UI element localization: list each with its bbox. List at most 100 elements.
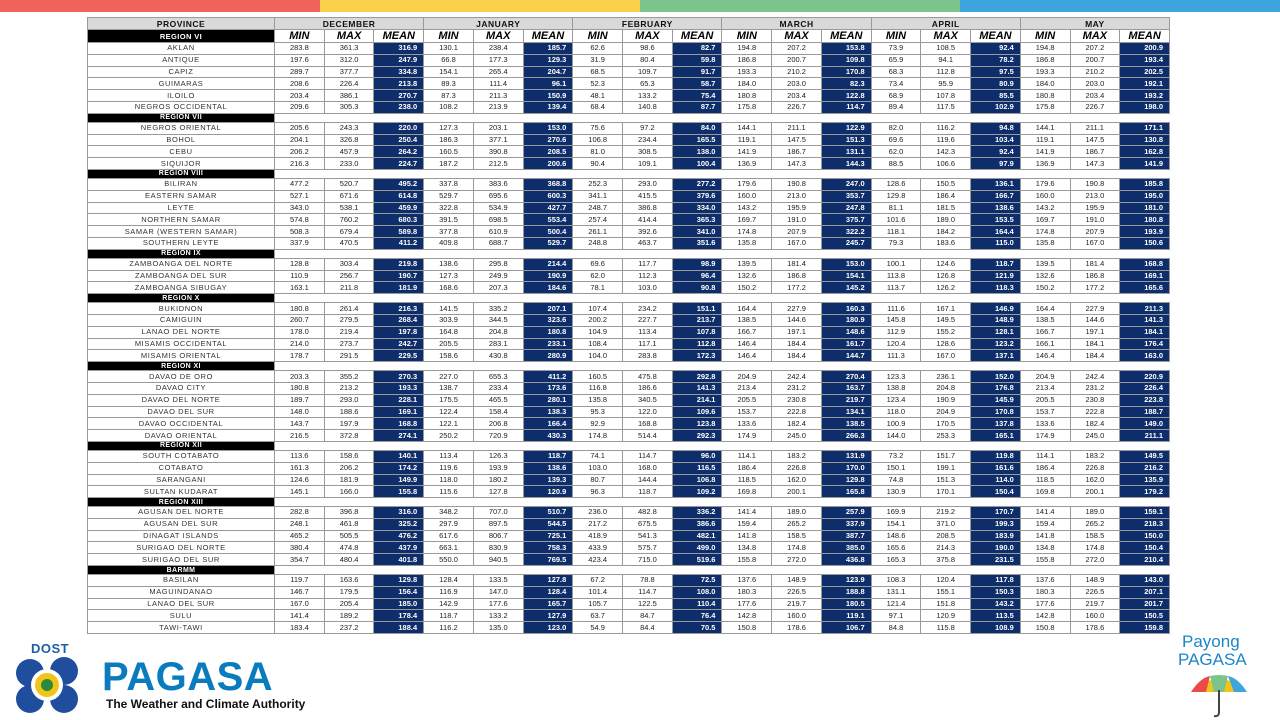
mean-value: 247.9 <box>373 53 425 67</box>
min-value: 177.6 <box>1019 597 1071 611</box>
table-row: SURIGAO DEL NORTE 380.4 474.8 437.9 663.1 830… <box>87 541 1170 555</box>
max-value: 181.4 <box>1069 257 1121 271</box>
min-value: 88.5 <box>870 157 922 170</box>
max-value: 200.1 <box>1069 485 1121 499</box>
mean-value: 82.7 <box>671 42 723 55</box>
max-value: 655.3 <box>472 370 524 383</box>
mean-value: 195.0 <box>1119 189 1170 203</box>
max-value: 150.5 <box>920 177 972 191</box>
province-name: SULTAN KUDARAT <box>87 485 275 499</box>
mean-value: 169.1 <box>1119 269 1170 283</box>
mean-value: 97.5 <box>970 65 1021 79</box>
mean-value: 213.8 <box>373 77 425 91</box>
max-value: 207.2 <box>1069 42 1121 55</box>
max-value: 200.1 <box>771 485 822 499</box>
min-value: 187.2 <box>423 157 474 170</box>
region-header-row: REGION VIII <box>87 168 1170 179</box>
max-value: 177.2 <box>771 281 822 295</box>
max-value: 203.0 <box>771 77 822 91</box>
stat-header: MEAN <box>1119 29 1170 43</box>
mean-value: 154.1 <box>820 269 872 283</box>
province-name: SOUTH COTABATO <box>87 449 275 463</box>
mean-value: 193.3 <box>373 381 425 395</box>
mean-value: 153.0 <box>522 121 574 135</box>
min-value: 122.1 <box>423 417 474 431</box>
max-value: 168.0 <box>622 461 673 475</box>
mean-value: 589.8 <box>373 225 425 238</box>
mean-value: 323.6 <box>522 313 574 327</box>
max-value: 203.1 <box>472 121 524 135</box>
mean-value: 266.3 <box>820 429 872 442</box>
mean-value: 247.0 <box>820 177 872 191</box>
max-value: 695.6 <box>472 189 524 203</box>
stat-header: MAX <box>472 29 524 43</box>
max-value: 272.0 <box>1069 553 1121 567</box>
mean-value: 106.8 <box>671 473 723 487</box>
mean-value: 163.7 <box>820 381 872 395</box>
max-value: 204.9 <box>920 405 972 419</box>
min-value: 175.8 <box>1019 100 1071 114</box>
color-strip-yellow <box>320 0 640 12</box>
max-value: 78.8 <box>622 574 673 587</box>
stat-header: MAX <box>1069 29 1121 43</box>
min-value: 134.8 <box>1019 541 1071 555</box>
province-name: DAVAO CITY <box>87 381 275 395</box>
mean-value: 109.6 <box>671 405 723 419</box>
min-value: 167.0 <box>274 597 325 611</box>
mean-value: 137.1 <box>970 349 1021 363</box>
table-row: CEBU 206.2 457.9 264.2 160.5 390.8 208.5 81.0 30… <box>87 145 1170 159</box>
mean-value: 123.0 <box>522 621 574 635</box>
min-value: 74.8 <box>870 473 922 487</box>
min-value: 146.4 <box>721 337 773 351</box>
min-value: 164.4 <box>721 302 773 315</box>
mean-value: 136.1 <box>970 177 1021 191</box>
min-value: 118.0 <box>870 405 922 419</box>
max-value: 174.8 <box>1069 541 1121 555</box>
pagasa-emblem-icon <box>16 657 78 713</box>
min-value: 143.2 <box>1019 201 1071 215</box>
province-name: SAMAR (WESTERN SAMAR) <box>87 225 275 238</box>
min-value: 148.6 <box>870 529 922 543</box>
max-value: 144.6 <box>771 313 822 327</box>
max-value: 227.9 <box>771 302 822 315</box>
mean-value: 110.4 <box>671 597 723 611</box>
province-name: MISAMIS OCCIDENTAL <box>87 337 275 351</box>
min-value: 213.4 <box>1019 381 1071 395</box>
max-value: 151.8 <box>920 597 972 611</box>
min-value: 146.4 <box>721 349 773 363</box>
mean-value: 173.6 <box>522 381 574 395</box>
max-value: 163.6 <box>323 574 375 587</box>
mean-value: 190.9 <box>522 269 574 283</box>
mean-value: 250.4 <box>373 133 425 147</box>
min-value: 108.2 <box>423 100 474 114</box>
mean-value: 220.9 <box>1119 370 1170 383</box>
mean-value: 119.8 <box>970 449 1021 463</box>
mean-value: 166.7 <box>970 189 1021 203</box>
mean-value: 190.0 <box>970 541 1021 555</box>
min-value: 79.3 <box>870 236 922 250</box>
max-value: 538.1 <box>323 201 375 215</box>
mean-value: 437.9 <box>373 541 425 555</box>
max-value: 189.0 <box>920 213 972 227</box>
max-value: 200.7 <box>771 53 822 67</box>
province-name: DAVAO DEL SUR <box>87 405 275 419</box>
mean-value: 495.2 <box>373 177 425 191</box>
max-value: 415.5 <box>622 189 673 203</box>
table-row: MISAMIS OCCIDENTAL 214.0 273.7 242.7 205.5 28… <box>87 337 1170 351</box>
province-name: LANAO DEL NORTE <box>87 325 275 339</box>
min-value: 186.4 <box>1019 461 1071 475</box>
max-value: 305.3 <box>323 100 375 114</box>
min-value: 130.1 <box>423 42 474 55</box>
min-value: 122.4 <box>423 405 474 419</box>
mean-value: 116.5 <box>671 461 723 475</box>
mean-value: 163.0 <box>1119 349 1170 363</box>
province-name: CAMIGUIN <box>87 313 275 327</box>
min-value: 134.8 <box>721 541 773 555</box>
max-value: 188.6 <box>323 405 375 419</box>
mean-value: 150.9 <box>522 89 574 102</box>
min-value: 87.3 <box>423 89 474 102</box>
min-value: 63.7 <box>572 609 624 623</box>
max-value: 118.7 <box>622 485 673 499</box>
max-value: 167.0 <box>771 236 822 250</box>
max-value: 182.4 <box>1069 417 1121 431</box>
